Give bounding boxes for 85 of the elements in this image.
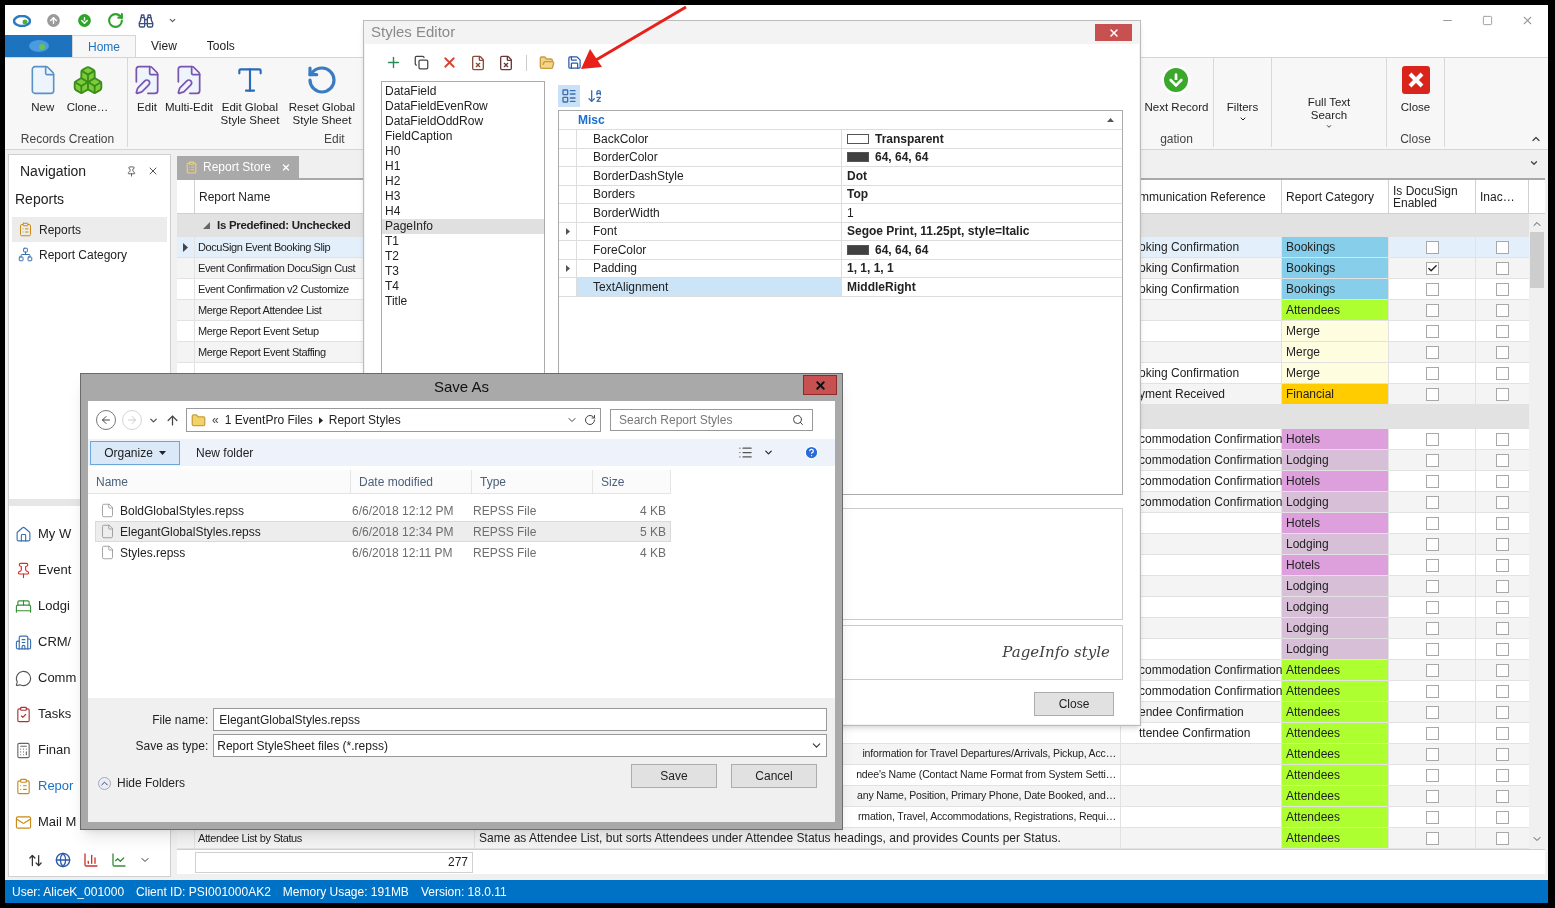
category-cell: Lodging bbox=[1282, 450, 1389, 470]
category-cell: Financial bbox=[1282, 384, 1389, 404]
category-cell: Lodging bbox=[1282, 492, 1389, 512]
group-label: Edit bbox=[324, 131, 345, 148]
category-cell: Bookings bbox=[1282, 279, 1389, 299]
section-title: Reports bbox=[14, 190, 66, 209]
table-cell-text: commodation Confirmation bbox=[1139, 662, 1283, 679]
property-value: Top bbox=[847, 186, 869, 204]
category-cell: Attendees bbox=[1282, 723, 1389, 743]
category-cell: Attendees bbox=[1282, 660, 1389, 680]
table-cell-text: commodation Confirmation bbox=[1139, 494, 1283, 511]
table-cell-text: Event Confirmation DocuSign Cust bbox=[198, 260, 356, 276]
file-size: 5 KB bbox=[639, 523, 666, 541]
category-cell: Attendees bbox=[1282, 807, 1389, 827]
count-cell: 277 bbox=[195, 851, 473, 873]
table-cell: rmation, Travel, Accommodations, Registrations, Requi… bbox=[858, 809, 1116, 825]
status-text: Version: 18.0.11 bbox=[420, 883, 507, 901]
category-cell: Merge bbox=[1282, 321, 1389, 341]
table-cell-text: Attendee List by Status bbox=[198, 830, 302, 846]
category-cell: Attendees bbox=[1282, 828, 1389, 848]
status-text: Client ID: PSI001000AK2 bbox=[136, 883, 271, 901]
file-name: ElegantGlobalStyles.repss bbox=[120, 523, 261, 541]
table-cell: any Name, Position, Primary Phone, Date Booked, and… bbox=[857, 788, 1116, 804]
status-text: User: AliceK_001000 bbox=[12, 883, 125, 901]
property-value: 1 bbox=[847, 204, 854, 222]
panel-title: Navigation bbox=[20, 161, 87, 181]
property-value: 1, 1, 1, 1 bbox=[847, 260, 894, 278]
field-label: File name: bbox=[151, 711, 209, 729]
window-title: Styles Editor bbox=[371, 22, 456, 43]
table-cell-text: Merge Report Attendee List bbox=[198, 302, 322, 318]
table-cell-text: Merge Report Event Setup bbox=[198, 323, 319, 339]
category-cell: Attendees bbox=[1282, 744, 1389, 764]
category-cell: Hotels bbox=[1282, 555, 1389, 575]
category-cell: Lodging bbox=[1282, 639, 1389, 659]
table-cell: ndee's Name (Contact Name Format from System Setti… bbox=[856, 767, 1116, 783]
preview-text: PageInfo style bbox=[1002, 642, 1110, 664]
property-value: 64, 64, 64 bbox=[875, 241, 929, 259]
category-cell: Hotels bbox=[1282, 513, 1389, 533]
category-cell: Attendees bbox=[1282, 300, 1389, 320]
category-cell: Bookings bbox=[1282, 258, 1389, 278]
category-cell: Attendees bbox=[1282, 765, 1389, 785]
table-cell-text: commodation Confirmation bbox=[1139, 431, 1283, 448]
table-cell-text: Event Confirmation v2 Customize bbox=[198, 281, 349, 297]
category-cell: Lodging bbox=[1282, 597, 1389, 617]
status-text: Memory Usage: 191MB bbox=[282, 883, 409, 901]
property-value: Segoe Print, 11.25pt, style=Italic bbox=[847, 223, 1030, 241]
group-label: Close bbox=[1400, 131, 1431, 148]
category-cell: Merge bbox=[1282, 342, 1389, 362]
table-cell-text: Same as Attendee List, but sorts Attendees under Attendee Status headings, and provides Counts per Status. bbox=[479, 830, 1061, 847]
category-cell: Lodging bbox=[1282, 576, 1389, 596]
group-label: gation bbox=[1160, 131, 1193, 148]
table-cell: information for Travel Departures/Arrivals, Pickup, Acc… bbox=[862, 746, 1116, 762]
table-cell-text: commodation Confirmation bbox=[1139, 473, 1283, 490]
window-title: Save As bbox=[433, 377, 489, 398]
file-date: 6/6/2018 12:12 PM bbox=[352, 502, 455, 520]
category-cell: Bookings bbox=[1282, 237, 1389, 257]
file-name: Styles.repss bbox=[120, 544, 186, 562]
category-cell: Attendees bbox=[1282, 786, 1389, 806]
property-value: 64, 64, 64 bbox=[875, 149, 929, 167]
file-date: 6/6/2018 12:34 PM bbox=[352, 523, 455, 541]
property-value: Transparent bbox=[875, 130, 944, 148]
category-cell: Lodging bbox=[1282, 618, 1389, 638]
category-cell: Hotels bbox=[1282, 429, 1389, 449]
file-size: 4 KB bbox=[639, 544, 666, 562]
file-type: REPSS File bbox=[473, 544, 538, 562]
file-name: BoldGlobalStyles.repss bbox=[120, 502, 245, 520]
file-type: REPSS File bbox=[473, 523, 538, 541]
table-cell-text: Merge Report Event Staffing bbox=[198, 344, 326, 360]
file-size: 4 KB bbox=[639, 502, 666, 520]
table-cell-text: ttendee Confirmation bbox=[1139, 725, 1251, 742]
file-date: 6/6/2018 12:11 PM bbox=[352, 544, 454, 562]
category-label: Misc bbox=[578, 112, 605, 129]
table-cell-text: DocuSign Event Booking Slip bbox=[198, 239, 331, 255]
overflow-mark: « bbox=[212, 412, 219, 429]
category-cell: Hotels bbox=[1282, 471, 1389, 491]
category-cell: Merge bbox=[1282, 363, 1389, 383]
category-cell: Attendees bbox=[1282, 702, 1389, 722]
property-value: MiddleRight bbox=[847, 278, 916, 296]
category-cell: Lodging bbox=[1282, 534, 1389, 554]
table-cell-text: commodation Confirmation bbox=[1139, 452, 1283, 469]
group-label: Records Creation bbox=[20, 131, 115, 148]
file-type: REPSS File bbox=[473, 502, 538, 520]
category-cell: Attendees bbox=[1282, 681, 1389, 701]
table-cell-text: commodation Confirmation bbox=[1139, 683, 1283, 700]
property-value: Dot bbox=[847, 167, 867, 185]
